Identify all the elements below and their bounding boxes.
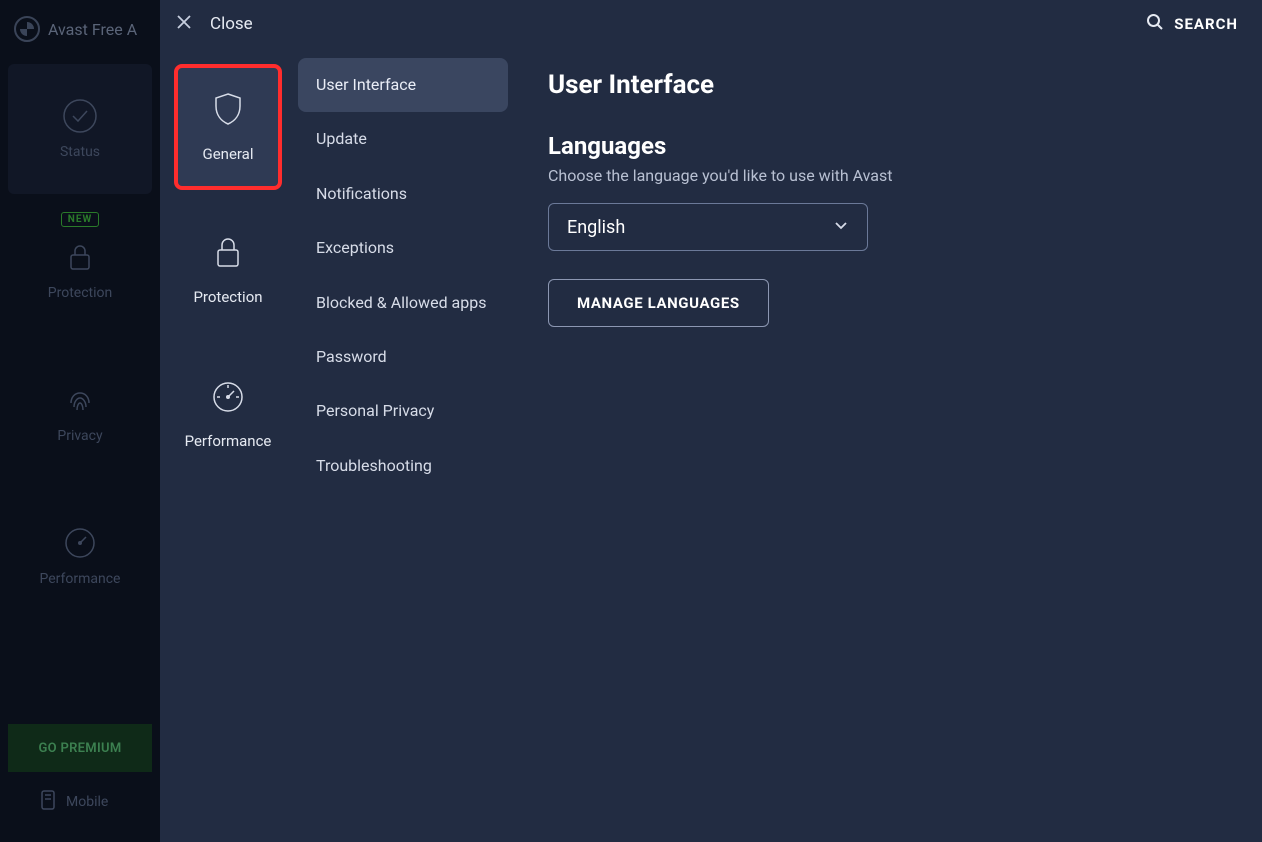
category-label: General: [202, 145, 253, 163]
settings-content: User Interface Languages Choose the lang…: [508, 48, 1262, 842]
subnav-exceptions[interactable]: Exceptions: [298, 221, 508, 275]
chevron-down-icon: [833, 217, 849, 238]
mobile-icon: [40, 790, 56, 814]
avast-logo-icon: [14, 16, 40, 42]
subnav-password[interactable]: Password: [298, 330, 508, 384]
panel-body: General Protection Performance User Inte…: [160, 48, 1262, 842]
manage-languages-button[interactable]: MANAGE LANGUAGES: [548, 279, 769, 327]
gauge-icon: [62, 525, 98, 561]
section-description: Choose the language you'd like to use wi…: [548, 166, 1222, 185]
app-title: Avast Free A: [48, 20, 137, 39]
nav-label: Protection: [48, 285, 112, 301]
category-general[interactable]: General: [174, 64, 282, 190]
search-label: SEARCH: [1174, 15, 1238, 33]
subnav-blocked-allowed[interactable]: Blocked & Allowed apps: [298, 276, 508, 330]
language-select[interactable]: English: [548, 203, 868, 251]
nav-item-privacy: Privacy: [8, 345, 152, 480]
close-label: Close: [210, 14, 253, 34]
check-circle-icon: [62, 98, 98, 134]
fingerprint-icon: [62, 382, 98, 418]
category-protection[interactable]: Protection: [174, 208, 282, 334]
category-performance[interactable]: Performance: [174, 352, 282, 478]
subnav-personal-privacy[interactable]: Personal Privacy: [298, 384, 508, 438]
category-label: Protection: [193, 288, 262, 306]
language-selected-value: English: [567, 217, 625, 238]
app-logo-row: Avast Free A: [0, 8, 160, 56]
section-heading-languages: Languages: [548, 132, 1222, 160]
subnav-troubleshooting[interactable]: Troubleshooting: [298, 439, 508, 493]
subnav-user-interface[interactable]: User Interface: [298, 58, 508, 112]
settings-category-column: General Protection Performance: [160, 48, 298, 842]
search-icon: [1146, 13, 1164, 35]
lock-icon: [213, 236, 243, 274]
nav-item-performance: Performance: [8, 488, 152, 623]
page-title: User Interface: [548, 70, 1222, 100]
gauge-icon: [211, 380, 245, 418]
mobile-link: Mobile: [0, 790, 160, 842]
close-icon: [176, 14, 192, 34]
subnav-update[interactable]: Update: [298, 112, 508, 166]
subnav-notifications[interactable]: Notifications: [298, 167, 508, 221]
nav-item-status: Status: [8, 64, 152, 194]
nav-label: Status: [60, 144, 100, 160]
settings-panel: Close SEARCH General Protection: [160, 0, 1262, 842]
panel-header: Close SEARCH: [160, 0, 1262, 48]
nav-label: Performance: [40, 571, 121, 587]
category-label: Performance: [185, 432, 272, 450]
search-button[interactable]: SEARCH: [1146, 13, 1238, 35]
nav-item-protection: NEW Protection: [8, 202, 152, 337]
new-badge: NEW: [61, 212, 99, 227]
go-premium-button: GO PREMIUM: [8, 724, 152, 772]
settings-subnav: User Interface Update Notifications Exce…: [298, 48, 508, 842]
main-nav: Status NEW Protection Privacy Performanc…: [0, 60, 160, 627]
mobile-label: Mobile: [66, 794, 108, 810]
close-button[interactable]: Close: [176, 14, 253, 34]
nav-label: Privacy: [57, 428, 102, 444]
lock-icon: [62, 239, 98, 275]
shield-icon: [212, 91, 244, 131]
app-background-sidebar: Avast Free A Status NEW Protection Priva…: [0, 0, 160, 842]
